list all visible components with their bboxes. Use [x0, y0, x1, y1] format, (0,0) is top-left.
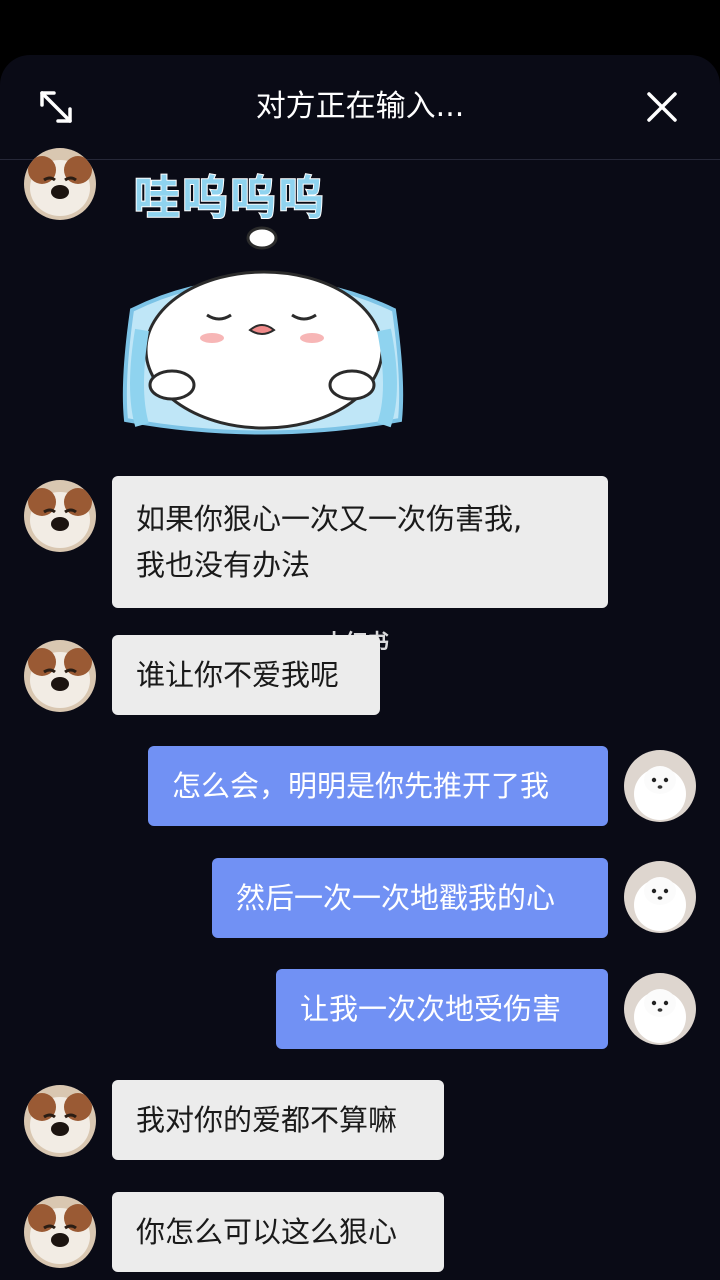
message-text: 怎么会，明明是你先推开了我: [172, 769, 550, 803]
user-avatar[interactable]: [624, 750, 696, 822]
crying-bun-sticker-icon: [122, 226, 404, 435]
contact-avatar[interactable]: [24, 640, 96, 712]
message-bubble-incoming[interactable]: 你怎么可以这么狠心: [112, 1192, 444, 1272]
white-puppy-avatar-icon: [624, 750, 696, 822]
chat-header: 对方正在输入...: [0, 55, 720, 160]
message-bubble-outgoing[interactable]: 然后一次一次地戳我的心: [212, 858, 608, 938]
message-text: 我对你的爱都不算嘛: [136, 1103, 398, 1137]
chat-panel: 对方正在输入... 哇呜呜呜 如果你狠心一次又一次伤害我, 我也没有办法 谁让你…: [0, 55, 720, 1280]
sticker-caption: 哇呜呜呜: [133, 170, 326, 226]
typing-status-title: 对方正在输入...: [255, 89, 465, 124]
contact-avatar[interactable]: [24, 480, 96, 552]
message-text: 你怎么可以这么狠心: [136, 1215, 398, 1249]
white-puppy-avatar-icon: [624, 861, 696, 933]
message-bubble-outgoing[interactable]: 让我一次次地受伤害: [276, 969, 608, 1049]
message-text: 我也没有办法: [136, 548, 311, 582]
message-text: 让我一次次地受伤害: [300, 992, 562, 1026]
dog-avatar-icon: [24, 480, 96, 552]
user-avatar[interactable]: [624, 861, 696, 933]
message-bubble-incoming[interactable]: 我对你的爱都不算嘛: [112, 1080, 444, 1160]
message-bubble-outgoing[interactable]: 怎么会，明明是你先推开了我: [148, 746, 608, 826]
user-avatar[interactable]: [624, 973, 696, 1045]
dog-avatar-icon: [24, 640, 96, 712]
close-icon: [647, 92, 677, 122]
close-button[interactable]: [638, 83, 686, 131]
message-bubble-incoming[interactable]: 谁让你不爱我呢: [112, 635, 380, 715]
dog-avatar-icon: [24, 1085, 96, 1157]
phone-screen: 对方正在输入... 哇呜呜呜 如果你狠心一次又一次伤害我, 我也没有办法 谁让你…: [0, 0, 720, 1280]
contact-avatar[interactable]: [24, 1196, 96, 1268]
crying-sticker[interactable]: 哇呜呜呜: [112, 160, 412, 445]
contact-avatar[interactable]: [24, 1085, 96, 1157]
message-bubble-incoming[interactable]: 如果你狠心一次又一次伤害我, 我也没有办法: [112, 476, 608, 608]
dog-avatar-icon: [24, 1196, 96, 1268]
message-text: 谁让你不爱我呢: [136, 658, 340, 692]
message-text: 然后一次一次地戳我的心: [236, 881, 556, 915]
contact-avatar[interactable]: [24, 148, 96, 220]
white-puppy-avatar-icon: [624, 973, 696, 1045]
message-text: 如果你狠心一次又一次伤害我,: [136, 502, 523, 536]
dog-avatar-icon: [24, 148, 96, 220]
